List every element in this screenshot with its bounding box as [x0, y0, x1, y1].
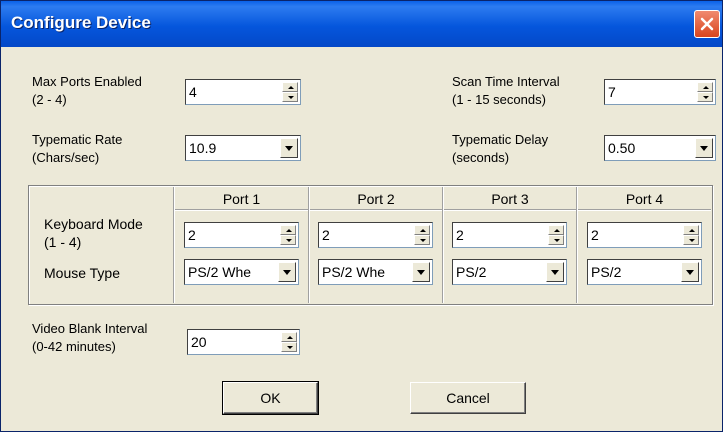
spin-down-arrow-icon[interactable]: [282, 92, 298, 102]
port-4-mouse-type-select[interactable]: PS/2: [587, 259, 702, 285]
video-blank-stepper[interactable]: 20: [187, 329, 300, 355]
spin-up-arrow-icon[interactable]: [281, 332, 297, 342]
spin-down-arrow-icon[interactable]: [281, 342, 297, 352]
spin-down-arrow-icon[interactable]: [697, 92, 713, 102]
close-button[interactable]: [694, 10, 720, 38]
port-1-keyboard-mode-stepper[interactable]: 2: [184, 222, 299, 248]
port-3-keyboard-mode-value[interactable]: 2: [456, 226, 464, 244]
spin-down-arrow-icon[interactable]: [414, 235, 430, 245]
scan-time-range-label: (1 - 15 seconds): [452, 92, 546, 107]
max-ports-value[interactable]: 4: [189, 83, 197, 101]
port-2-keyboard-mode-stepper[interactable]: 2: [318, 222, 433, 248]
spin-down-arrow-icon[interactable]: [683, 235, 699, 245]
typematic-delay-label: Typematic Delay: [452, 132, 549, 147]
spin-up-arrow-icon[interactable]: [282, 82, 298, 92]
spin-down-arrow-icon[interactable]: [280, 235, 296, 245]
spin-up-arrow-icon[interactable]: [697, 82, 713, 92]
video-blank-label: Video Blank Interval: [32, 321, 148, 336]
typematic-delay-value: 0.50: [608, 140, 636, 156]
mouse-type-label: Mouse Type: [44, 265, 121, 281]
ok-button[interactable]: OK: [222, 381, 319, 415]
port-1-keyboard-mode-value[interactable]: 2: [188, 226, 196, 244]
port-3-keyboard-mode-stepper[interactable]: 2: [452, 222, 567, 248]
port-4-keyboard-mode-value[interactable]: 2: [591, 226, 599, 244]
keyboard-mode-label: Keyboard Mode: [44, 216, 143, 232]
port-4-header: Port 4: [625, 191, 664, 207]
dropdown-arrow-icon[interactable]: [278, 262, 296, 282]
spin-up-arrow-icon[interactable]: [683, 225, 699, 235]
port-2-mouse-type-value: PS/2 Whe: [322, 264, 386, 280]
max-ports-stepper[interactable]: 4: [185, 79, 301, 105]
dropdown-arrow-icon[interactable]: [695, 138, 713, 158]
scan-time-stepper[interactable]: 7: [604, 79, 716, 105]
dropdown-arrow-icon[interactable]: [280, 138, 298, 158]
dropdown-arrow-icon[interactable]: [412, 262, 430, 282]
port-3-mouse-type-value: PS/2: [456, 264, 487, 280]
port-1-mouse-type-value: PS/2 Whe: [188, 264, 252, 280]
close-icon: [700, 17, 714, 31]
video-blank-range-label: (0-42 minutes): [32, 339, 116, 354]
port-2-keyboard-mode-value[interactable]: 2: [322, 226, 330, 244]
configure-device-dialog: Configure Device Max Ports Enabled (2 - …: [0, 0, 723, 432]
typematic-delay-unit-label: (seconds): [452, 150, 510, 165]
port-1-mouse-type-select[interactable]: PS/2 Whe: [184, 259, 299, 285]
max-ports-range-label: (2 - 4): [32, 92, 67, 107]
port-2-mouse-type-select[interactable]: PS/2 Whe: [318, 259, 433, 285]
port-4-keyboard-mode-stepper[interactable]: 2: [587, 222, 702, 248]
typematic-rate-label: Typematic Rate: [32, 132, 123, 147]
max-ports-label: Max Ports Enabled: [32, 74, 142, 89]
spin-up-arrow-icon[interactable]: [414, 225, 430, 235]
spin-down-arrow-icon[interactable]: [548, 235, 564, 245]
port-3-mouse-type-select[interactable]: PS/2: [452, 259, 567, 285]
port-2-header: Port 2: [357, 191, 395, 207]
dropdown-arrow-icon[interactable]: [681, 262, 699, 282]
port-4-mouse-type-value: PS/2: [591, 264, 622, 280]
scan-time-label: Scan Time Interval: [452, 74, 560, 89]
scan-time-value[interactable]: 7: [608, 83, 616, 101]
title-bar[interactable]: Configure Device: [1, 1, 722, 47]
cancel-button[interactable]: Cancel: [410, 382, 526, 414]
typematic-delay-select[interactable]: 0.50: [604, 135, 716, 161]
spin-up-arrow-icon[interactable]: [548, 225, 564, 235]
window-title: Configure Device: [11, 13, 151, 32]
keyboard-mode-range-label: (1 - 4): [44, 234, 82, 250]
dropdown-arrow-icon[interactable]: [546, 262, 564, 282]
video-blank-value[interactable]: 20: [191, 333, 207, 351]
port-1-header: Port 1: [222, 191, 261, 207]
typematic-rate-unit-label: (Chars/sec): [32, 150, 100, 165]
spin-up-arrow-icon[interactable]: [280, 225, 296, 235]
port-3-header: Port 3: [491, 191, 529, 207]
typematic-rate-value: 10.9: [189, 140, 217, 156]
typematic-rate-select[interactable]: 10.9: [185, 135, 301, 161]
